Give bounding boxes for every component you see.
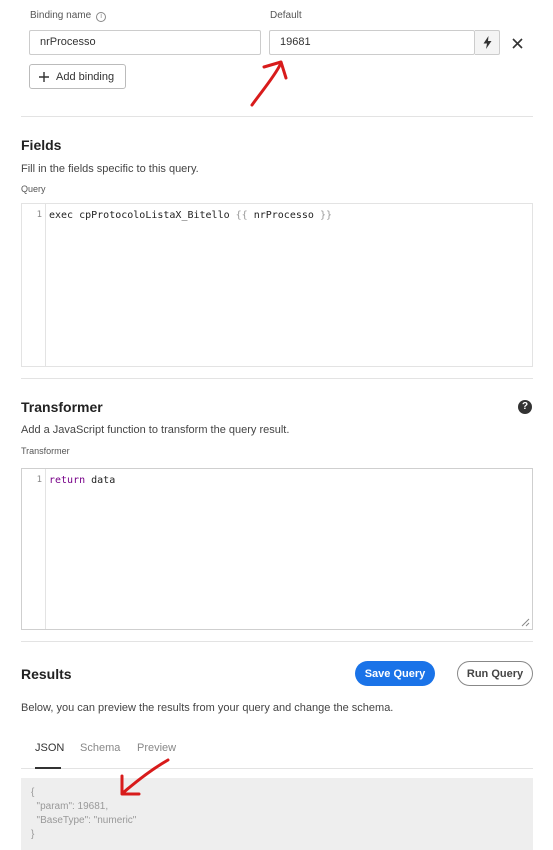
close-icon (511, 37, 523, 49)
code-keyword: return (49, 475, 86, 486)
code-text: exec cpProtocoloListaX_Bitello (49, 210, 236, 221)
dynamic-value-button[interactable] (475, 30, 500, 55)
tab-json[interactable]: JSON (35, 742, 64, 754)
fields-description: Fill in the fields specific to this quer… (21, 163, 199, 175)
default-value-input[interactable]: 19681 (269, 30, 475, 55)
info-icon[interactable]: i (96, 12, 107, 22)
transformer-title: Transformer (21, 399, 103, 415)
query-label: Query (21, 184, 46, 194)
binding-name-input[interactable]: nrProcesso (29, 30, 261, 55)
json-line: { (31, 787, 35, 798)
active-tab-indicator (35, 767, 61, 769)
binding-name-label: Binding name i (30, 10, 107, 22)
save-query-button[interactable]: Save Query (355, 661, 435, 686)
results-title: Results (21, 666, 72, 682)
annotation-arrow-icon (120, 758, 170, 796)
results-description: Below, you can preview the results from … (21, 702, 394, 714)
json-line: "param": 19681, (31, 801, 109, 812)
query-editor[interactable]: 1 exec cpProtocoloListaX_Bitello {{ nrPr… (21, 203, 533, 367)
template-close-brace: }} (319, 210, 332, 221)
line-gutter: 1 (22, 469, 46, 629)
template-open-brace: {{ (235, 210, 248, 221)
transformer-description: Add a JavaScript function to transform t… (21, 424, 290, 436)
resize-handle-icon[interactable] (521, 618, 530, 627)
line-number: 1 (36, 475, 42, 485)
default-label: Default (270, 10, 302, 21)
bolt-icon (483, 36, 491, 49)
json-line: "BaseType": "numeric" (31, 815, 137, 826)
json-result-preview: { "param": 19681, "BaseType": "numeric" … (21, 778, 533, 850)
transformer-code-line: return data (49, 475, 115, 486)
remove-binding-button[interactable] (509, 35, 525, 51)
code-text: data (85, 475, 116, 486)
help-icon[interactable]: ? (518, 400, 532, 414)
transformer-label: Transformer (21, 446, 70, 456)
run-query-button[interactable]: Run Query (457, 661, 533, 686)
json-line: } (31, 829, 35, 840)
add-binding-label: Add binding (56, 70, 115, 83)
plus-icon (39, 71, 49, 82)
line-gutter: 1 (22, 204, 46, 366)
divider (21, 641, 533, 642)
divider (21, 116, 533, 117)
transformer-editor[interactable]: 1 return data (21, 468, 533, 630)
add-binding-button[interactable]: Add binding (29, 64, 126, 89)
divider (21, 378, 533, 379)
line-number: 1 (36, 210, 42, 220)
template-variable: nrProcesso (247, 210, 320, 221)
fields-title: Fields (21, 137, 62, 153)
tab-divider (21, 768, 533, 769)
query-code-line: exec cpProtocoloListaX_Bitello {{ nrProc… (49, 210, 332, 221)
binding-name-label-text: Binding name (30, 10, 92, 21)
annotation-arrow-icon (250, 60, 288, 107)
